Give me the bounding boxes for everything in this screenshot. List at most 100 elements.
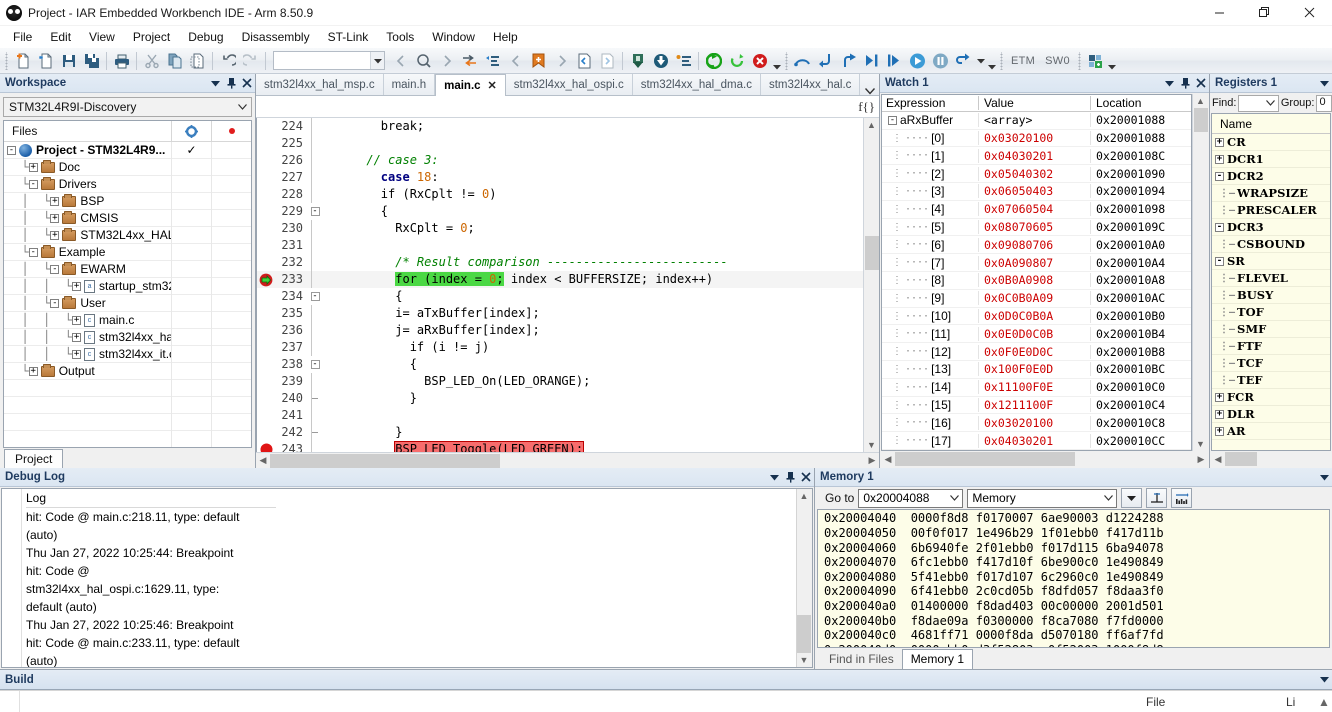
bookmark-next-icon[interactable] [550, 50, 573, 72]
code-line[interactable] [323, 407, 863, 424]
registers-row[interactable]: ⋮—TCF [1212, 355, 1330, 372]
watch-expression-cell[interactable]: ⋮····[15] [882, 398, 978, 412]
watch-value-cell[interactable]: 0x0F0E0D0C [978, 345, 1090, 359]
watch-expression-cell[interactable]: ⋮····[8] [882, 273, 978, 287]
step-into-icon[interactable] [814, 50, 837, 72]
tree-cell-settings[interactable]: ✓ [171, 142, 211, 159]
watch-value-cell[interactable]: 0x100F0E0D [978, 362, 1090, 376]
tree-cell-rebuild[interactable] [211, 193, 251, 210]
code-line[interactable]: i= aTxBuffer[index]; [323, 305, 863, 322]
code-line[interactable]: if (RxCplt != 0) [323, 186, 863, 203]
tree-cell-rebuild[interactable] [211, 295, 251, 312]
go-icon[interactable] [906, 50, 929, 72]
memory-zone-select[interactable]: Memory [967, 489, 1117, 508]
bookmark-toggle-icon[interactable] [527, 50, 550, 72]
open-document-icon[interactable] [34, 50, 57, 72]
code-line[interactable]: { [323, 203, 863, 220]
chevron-down-icon[interactable] [1316, 74, 1332, 92]
tree-expander[interactable]: + [29, 163, 38, 172]
tree-expander[interactable]: + [1215, 427, 1224, 436]
tree-row[interactable]: │ └+BSP [4, 193, 251, 210]
watch-value-cell[interactable]: 0x06050403 [978, 184, 1090, 198]
editor-body[interactable]: 2242252262272282292302312322332342352362… [256, 118, 879, 452]
code-line[interactable] [323, 237, 863, 254]
tree-cell-rebuild[interactable] [211, 329, 251, 346]
code-line[interactable]: BSP_LED_On(LED_ORANGE); [323, 373, 863, 390]
tree-expander[interactable]: + [50, 231, 59, 240]
print-icon[interactable] [110, 50, 133, 72]
tree-row[interactable]: └-Example [4, 244, 251, 261]
registers-row[interactable]: ⋮—FTF [1212, 338, 1330, 355]
red-dot-icon[interactable] [211, 121, 251, 142]
breakpoint-gutter[interactable] [257, 118, 275, 452]
menu-help[interactable]: Help [484, 27, 527, 47]
code-line[interactable]: } [323, 390, 863, 407]
registers-row[interactable]: ⋮—TOF [1212, 304, 1330, 321]
toolbar-grip[interactable] [784, 52, 789, 70]
tree-cell-rebuild[interactable] [211, 227, 251, 244]
watch-column-expression[interactable]: Expression [882, 96, 978, 110]
watch-expression-cell[interactable]: ⋮····[12] [882, 345, 978, 359]
scroll-up-arrow[interactable]: ▲ [865, 118, 879, 132]
tree-expander[interactable]: + [1215, 138, 1224, 147]
registers-hscroll-thumb[interactable] [1225, 452, 1257, 466]
run-to-cursor-icon[interactable] [883, 50, 906, 72]
tree-row[interactable]: │ └+CMSIS [4, 210, 251, 227]
registers-row[interactable]: ⋮—BUSY [1212, 287, 1330, 304]
registers-hscroll-track[interactable] [1225, 452, 1331, 466]
save-all-icon[interactable] [80, 50, 103, 72]
memory-row[interactable]: 0x200040b0 f8dae09a f0300000 f8ca7080 f7… [824, 614, 1329, 629]
code-line[interactable]: } [323, 424, 863, 441]
menu-file[interactable]: File [4, 27, 41, 47]
watch-row[interactable]: ⋮····[9]0x0C0B0A090x200010AC [882, 290, 1191, 308]
registers-row[interactable]: ⋮—WRAPSIZE [1212, 185, 1330, 202]
memory-tab-find-in-files[interactable]: Find in Files [821, 650, 902, 669]
editor-tab-stm32l4xx-hal-c[interactable]: stm32l4xx_hal.c [761, 74, 860, 95]
paste-icon[interactable] [186, 50, 209, 72]
memory-row[interactable]: 0x20004050 00f0f017 1e496b29 1f01ebb0 f4… [824, 526, 1329, 541]
run-toolbar-overflow[interactable] [986, 50, 997, 72]
scroll-left-arrow[interactable]: ◀ [1211, 452, 1225, 466]
tree-cell-settings[interactable] [171, 329, 211, 346]
menu-project[interactable]: Project [124, 27, 179, 47]
code-line[interactable]: { [323, 356, 863, 373]
watch-expression-cell[interactable]: ⋮····[2] [882, 167, 978, 181]
watch-expression-cell[interactable]: ⋮····[3] [882, 184, 978, 198]
close-icon[interactable] [1287, 0, 1332, 26]
tree-cell-rebuild[interactable] [211, 261, 251, 278]
watch-expression-cell[interactable]: ⋮····[5] [882, 220, 978, 234]
pin-icon[interactable] [1177, 74, 1193, 92]
scroll-down-arrow[interactable]: ▼ [797, 653, 811, 667]
watch-row[interactable]: ⋮····[3]0x060504030x20001094 [882, 183, 1191, 201]
registers-row[interactable]: +DLR [1212, 406, 1330, 423]
menu-disassembly[interactable]: Disassembly [233, 27, 319, 47]
tree-expander[interactable]: + [50, 214, 59, 223]
find-icon[interactable] [412, 50, 435, 72]
code-line[interactable]: { [323, 288, 863, 305]
chevron-down-icon[interactable] [1316, 671, 1332, 689]
registers-row[interactable]: ⋮—PRESCALER [1212, 202, 1330, 219]
new-document-icon[interactable] [11, 50, 34, 72]
watch-value-cell[interactable]: 0x0B0A0908 [978, 273, 1090, 287]
tree-expander[interactable]: - [888, 116, 897, 125]
fold-line[interactable] [307, 390, 323, 407]
editor-tab-main-h[interactable]: main.h [384, 74, 436, 95]
tree-cell-settings[interactable] [171, 159, 211, 176]
reset-icon[interactable] [952, 50, 975, 72]
editor-hscroll-thumb[interactable] [270, 454, 500, 468]
scroll-left-arrow[interactable]: ◀ [256, 454, 270, 468]
editor-hscroll-track[interactable] [270, 454, 865, 468]
code-line[interactable]: if (i != j) [323, 339, 863, 356]
tree-cell-rebuild[interactable] [211, 278, 251, 295]
code-line[interactable]: // case 3: [323, 152, 863, 169]
find-in-files-icon[interactable] [481, 50, 504, 72]
tree-expander[interactable]: - [29, 180, 38, 189]
fold-collapse-icon[interactable]: - [307, 356, 323, 373]
registers-row[interactable]: -SR [1212, 253, 1330, 270]
tree-row[interactable]: │ │ └+cstm32l4xx_hal_m... [4, 329, 251, 346]
tree-cell-settings[interactable] [171, 261, 211, 278]
tree-expander[interactable]: + [72, 350, 81, 359]
chevron-down-icon[interactable] [766, 468, 782, 486]
watch-horizontal-scrollbar[interactable]: ◀ ▶ [881, 451, 1208, 467]
fold-line[interactable] [307, 424, 323, 441]
